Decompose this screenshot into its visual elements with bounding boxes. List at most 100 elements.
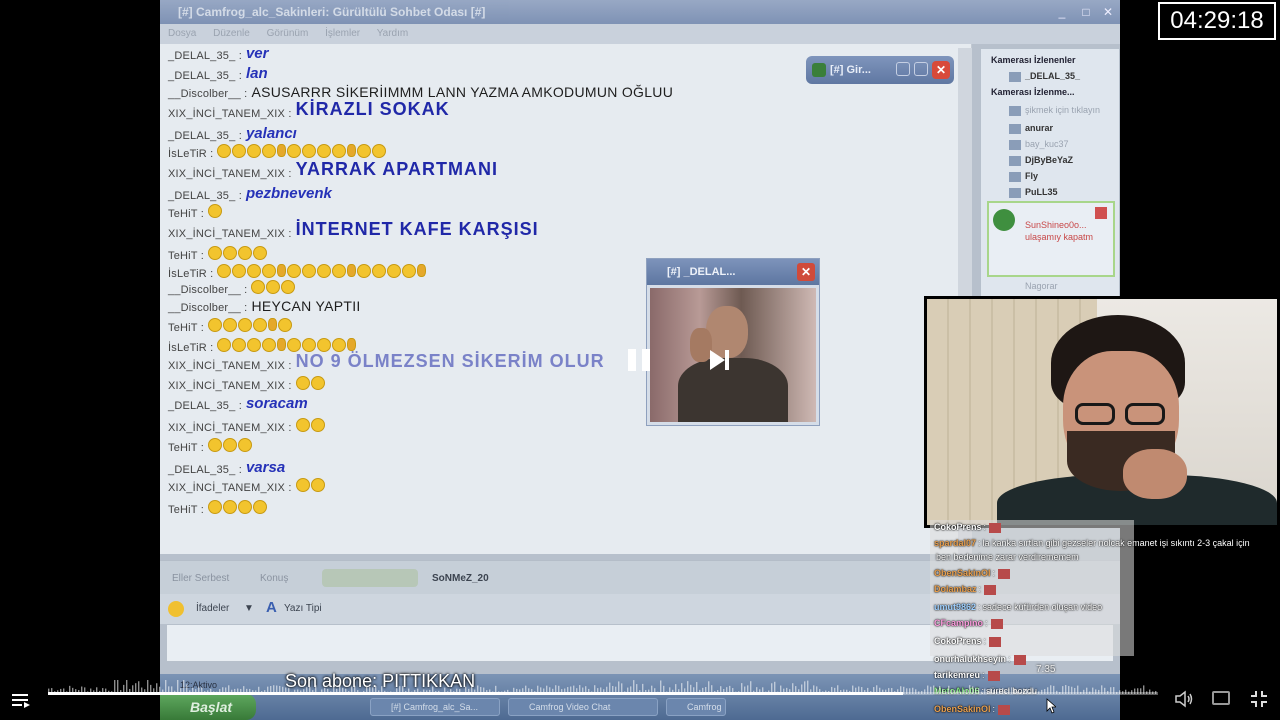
captions-icon[interactable]: [1212, 691, 1230, 705]
smiley-icon: [268, 318, 278, 332]
volume-icon[interactable]: [1174, 689, 1194, 709]
smiley-icon: [295, 417, 310, 432]
chat-username: onurhalukhseyin: [934, 654, 1007, 664]
smiley-icon: [332, 337, 347, 352]
stream-chat-message: CFcampino:: [934, 618, 1003, 629]
maximize-icon: □: [1082, 5, 1090, 19]
chat-nick: XIX_İNCİ_TANEM_XIX :: [168, 360, 292, 372]
chat-username: spardal07: [934, 538, 977, 548]
video-player[interactable]: [#] Camfrog_alc_Sakinleri: Gürültülü Soh…: [0, 0, 1280, 720]
chat-message: yalancı: [245, 125, 297, 142]
exit-fullscreen-icon[interactable]: [1250, 690, 1268, 708]
pause-icon[interactable]: [628, 349, 652, 371]
smiley-icon: [295, 477, 310, 492]
stream-chat-message: ObenSakinOl:: [934, 568, 1011, 579]
user-list-item: Nagorar: [1025, 281, 1058, 291]
chat-log-line: TeHiT :: [168, 202, 223, 220]
smiley-icon: [223, 499, 238, 514]
chat-log-line: XIX_İNCİ_TANEM_XIX : İNTERNET KAFE KARŞIS…: [168, 219, 539, 240]
room-mini-window: [#] Gir... ✕: [806, 56, 954, 84]
chat-nick: İsLeTiR :: [168, 342, 214, 354]
smiley-icon: [287, 337, 302, 352]
chat-log-line: XIX_İNCİ_TANEM_XIX :: [168, 374, 326, 392]
close-icon: ✕: [797, 263, 815, 281]
facecam: [924, 296, 1280, 528]
window-title: [#] Camfrog_alc_Sakinleri: Gürültülü Soh…: [160, 0, 1120, 24]
smiley-icon: [277, 264, 287, 278]
seek-bar[interactable]: [48, 692, 1158, 695]
chat-log-line: XIX_İNCİ_TANEM_XIX : KİRAZLI SOKAK: [168, 99, 450, 120]
smiley-icon: [317, 263, 332, 278]
chat-nick: TeHiT :: [168, 322, 205, 334]
camfrog-icon: [993, 209, 1015, 231]
chat-nick: _DELAL_35_ :: [168, 70, 242, 82]
smiley-icon: [287, 263, 302, 278]
seek-bar-progress: [48, 692, 903, 695]
user-list-item: anurar: [1009, 123, 1053, 134]
smiley-icon: [302, 337, 317, 352]
smiley-icon: [372, 143, 387, 158]
smiley-icon: [310, 417, 325, 432]
smiley-icon: [238, 437, 253, 452]
user-list-item: şikmek için tıklayın: [1009, 105, 1100, 116]
user-list-item: Fly: [1009, 171, 1038, 182]
popup-text: SunShineo0o... ulaşamıy kapatm: [1025, 220, 1094, 242]
chat-log-line: __Discolber__ : ASUSARRR SİKERİIMMM LANN …: [168, 82, 673, 100]
stream-timer: 04:29:18: [1158, 2, 1276, 40]
emote-icon: [998, 568, 1011, 579]
chat-nick: TeHiT :: [168, 250, 205, 262]
chat-message: YARRAK APARTMANI: [295, 159, 498, 179]
chat-username: ObenSakinOl: [934, 568, 991, 578]
menu-item: Yardım: [376, 28, 409, 39]
user-list-item: _DELAL_35_: [1009, 71, 1080, 82]
emote-icon: [1013, 654, 1026, 665]
chevron-down-icon: ▼: [244, 603, 254, 614]
smiley-icon: [277, 338, 287, 352]
chat-nick: _DELAL_35_ :: [168, 464, 242, 476]
smiley-icon: [278, 317, 293, 332]
emoji-row: [208, 202, 223, 220]
chat-nick: __Discolber__ :: [168, 88, 248, 100]
smiley-icon: [277, 144, 287, 158]
smiley-icon: [310, 375, 325, 390]
webcam-window: [#] _DELAL... ✕: [646, 258, 820, 426]
smiley-icon: [302, 143, 317, 158]
chat-nick: İsLeTiR :: [168, 148, 214, 160]
chat-nick: XIX_İNCİ_TANEM_XIX :: [168, 228, 292, 240]
close-icon: [1095, 207, 1107, 219]
smiley-icon: [232, 337, 247, 352]
font-icon: A: [266, 599, 277, 616]
chat-nick: XIX_İNCİ_TANEM_XIX :: [168, 108, 292, 120]
stream-chat-message: onurhalukhseyin:: [934, 654, 1026, 665]
webcam-window-title: [#] _DELAL... ✕: [647, 259, 819, 285]
smiley-icon: [347, 338, 357, 352]
next-icon[interactable]: [708, 349, 730, 371]
smiley-icon: [247, 337, 262, 352]
chat-nick: __Discolber__ :: [168, 302, 248, 314]
smiley-icon: [168, 601, 184, 617]
chat-message: ver: [245, 45, 269, 62]
user-list-header: Kamerası İzlenme...: [991, 87, 1075, 97]
chat-text: la kanka sırtlan gibi gezseler nolcak em…: [982, 538, 1250, 548]
smiley-icon: [357, 263, 372, 278]
emote-icon: [989, 636, 1002, 647]
chat-timestamp: 7:35: [1036, 664, 1056, 675]
chat-log-line: XIX_İNCİ_TANEM_XIX : YARRAK APARTMANI: [168, 159, 498, 180]
smiley-icon: [208, 499, 223, 514]
chat-log-line: XIX_İNCİ_TANEM_XIX :: [168, 416, 326, 434]
smiley-icon: [347, 264, 357, 278]
close-icon: ✕: [1102, 5, 1114, 19]
emoji-row: [208, 498, 268, 516]
smiley-icon: [317, 143, 332, 158]
smiley-icon: [253, 317, 268, 332]
chat-log-line: _DELAL_35_ : varsa: [168, 458, 285, 476]
chat-nick: XIX_İNCİ_TANEM_XIX :: [168, 422, 292, 434]
current-speaker: SoNMeZ_20: [432, 573, 489, 584]
chat-message: lan: [245, 65, 268, 82]
chat-log-line: XIX_İNCİ_TANEM_XIX : NO 9 ÖLMEZSEN SİKERİ…: [168, 351, 605, 372]
playlist-icon[interactable]: [12, 692, 30, 708]
chat-log-line: XIX_İNCİ_TANEM_XIX :: [168, 476, 326, 494]
chat-log-line: TeHiT :: [168, 316, 293, 334]
smiley-icon: [253, 245, 268, 260]
close-icon: ✕: [932, 61, 950, 79]
